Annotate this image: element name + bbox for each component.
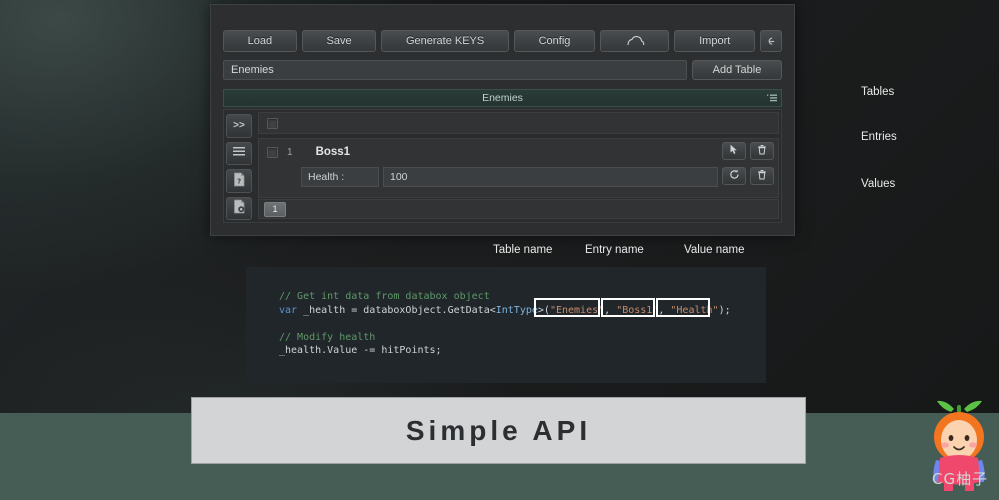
value-reset-button[interactable] [722, 167, 746, 185]
load-button[interactable]: Load [223, 30, 297, 52]
cloud-icon [625, 35, 645, 47]
table-name-value: Enemies [231, 64, 274, 76]
editor-toolbar: Load Save Generate KEYS Config Import [223, 30, 782, 52]
code-expr-1: _health = databoxObject.GetData< [297, 304, 496, 316]
code-type-inttype: IntType [495, 304, 538, 316]
trash-icon [757, 142, 767, 160]
table-header-title: Enemies [482, 92, 523, 104]
sidebar-keys-doc-button[interactable] [226, 196, 252, 220]
list-lines-icon [232, 146, 246, 160]
annotation-tables: Tables [861, 86, 895, 98]
link-settings-button[interactable] [759, 30, 782, 52]
document-key-icon [233, 199, 246, 217]
svg-text:?: ? [237, 177, 241, 185]
simple-api-title: Simple API [405, 414, 592, 446]
annotation-entries: Entries [861, 131, 897, 143]
screen-background: Load Save Generate KEYS Config Import En… [0, 0, 999, 500]
generate-keys-button[interactable]: Generate KEYS [381, 30, 509, 52]
code-comment-1: // Get int data from databox object [279, 291, 490, 302]
code-statement-modify: _health.Value -= hitPoints; [279, 345, 442, 356]
annotation-entry-name: Entry name [585, 244, 644, 256]
pagination-bar: 1 [258, 199, 779, 219]
entry-name: Boss1 [315, 146, 351, 158]
add-table-button-label: Add Table [712, 64, 762, 76]
trash-icon [757, 167, 767, 185]
reset-refresh-icon [729, 167, 740, 185]
table-header-enemies[interactable]: Enemies [223, 89, 782, 107]
expand-right-icon: >> [233, 120, 245, 132]
simple-api-banner: Simple API [191, 397, 806, 464]
sidebar-list-button[interactable] [226, 141, 252, 165]
entry-actions [722, 142, 774, 160]
watermark-text: CG柚子 [932, 470, 989, 488]
import-button[interactable]: Import [674, 30, 755, 52]
annotation-table-name: Table name [493, 244, 553, 256]
entry-checkbox[interactable] [267, 146, 278, 158]
config-button[interactable]: Config [513, 30, 596, 52]
cursor-pointer-icon [729, 142, 739, 160]
value-label: Health : [301, 167, 379, 187]
value-delete-button[interactable] [750, 167, 774, 185]
sidebar-help-doc-button[interactable]: ? [226, 169, 252, 193]
table-body: >> ? 1 Boss1 Health: 100 1 [223, 109, 782, 223]
entry-delete-button[interactable] [750, 142, 774, 160]
entry-row-boss1: 1 Boss1 Health: 100 [258, 138, 779, 198]
table-name-row: Enemies Add Table [223, 60, 782, 80]
entry-name-highlight [601, 298, 655, 317]
code-sample-block: // Get int data from databox object var … [246, 267, 766, 383]
entry-index: 1 [287, 146, 293, 158]
value-row-health: Health : 100 [301, 167, 774, 187]
save-button-label: Save [326, 35, 352, 47]
databox-editor-window: Load Save Generate KEYS Config Import En… [210, 4, 795, 236]
annotation-value-name: Value name [684, 244, 745, 256]
import-button-label: Import [699, 35, 731, 47]
link-settings-icon [765, 36, 776, 47]
code-expr-3: ); [718, 304, 731, 316]
code-comment-2: // Modify health [279, 331, 376, 343]
entry-header: 1 Boss1 [259, 139, 778, 165]
load-button-label: Load [247, 35, 273, 47]
save-button[interactable]: Save [301, 30, 377, 52]
list-menu-icon[interactable] [766, 93, 778, 106]
table-name-input[interactable]: Enemies [223, 60, 687, 80]
entry-select-button[interactable] [722, 142, 746, 160]
editor-sidebar: >> ? [226, 112, 254, 220]
config-button-label: Config [538, 35, 571, 47]
code-keyword-var: var [279, 304, 298, 316]
value-name-highlight [656, 298, 710, 317]
select-all-row [258, 112, 779, 134]
select-all-checkbox[interactable] [267, 117, 278, 129]
sidebar-expand-button[interactable]: >> [226, 114, 252, 138]
document-question-icon: ? [233, 172, 246, 190]
page-button-1[interactable]: 1 [264, 201, 286, 217]
generate-keys-button-label: Generate KEYS [405, 35, 485, 47]
annotation-values: Values [861, 178, 896, 190]
add-table-button[interactable]: Add Table [692, 60, 782, 80]
table-name-highlight [534, 298, 600, 317]
value-input[interactable]: 100 [383, 167, 718, 187]
cloud-button[interactable] [600, 30, 670, 52]
table-content: 1 Boss1 Health: 100 1 [258, 112, 779, 220]
